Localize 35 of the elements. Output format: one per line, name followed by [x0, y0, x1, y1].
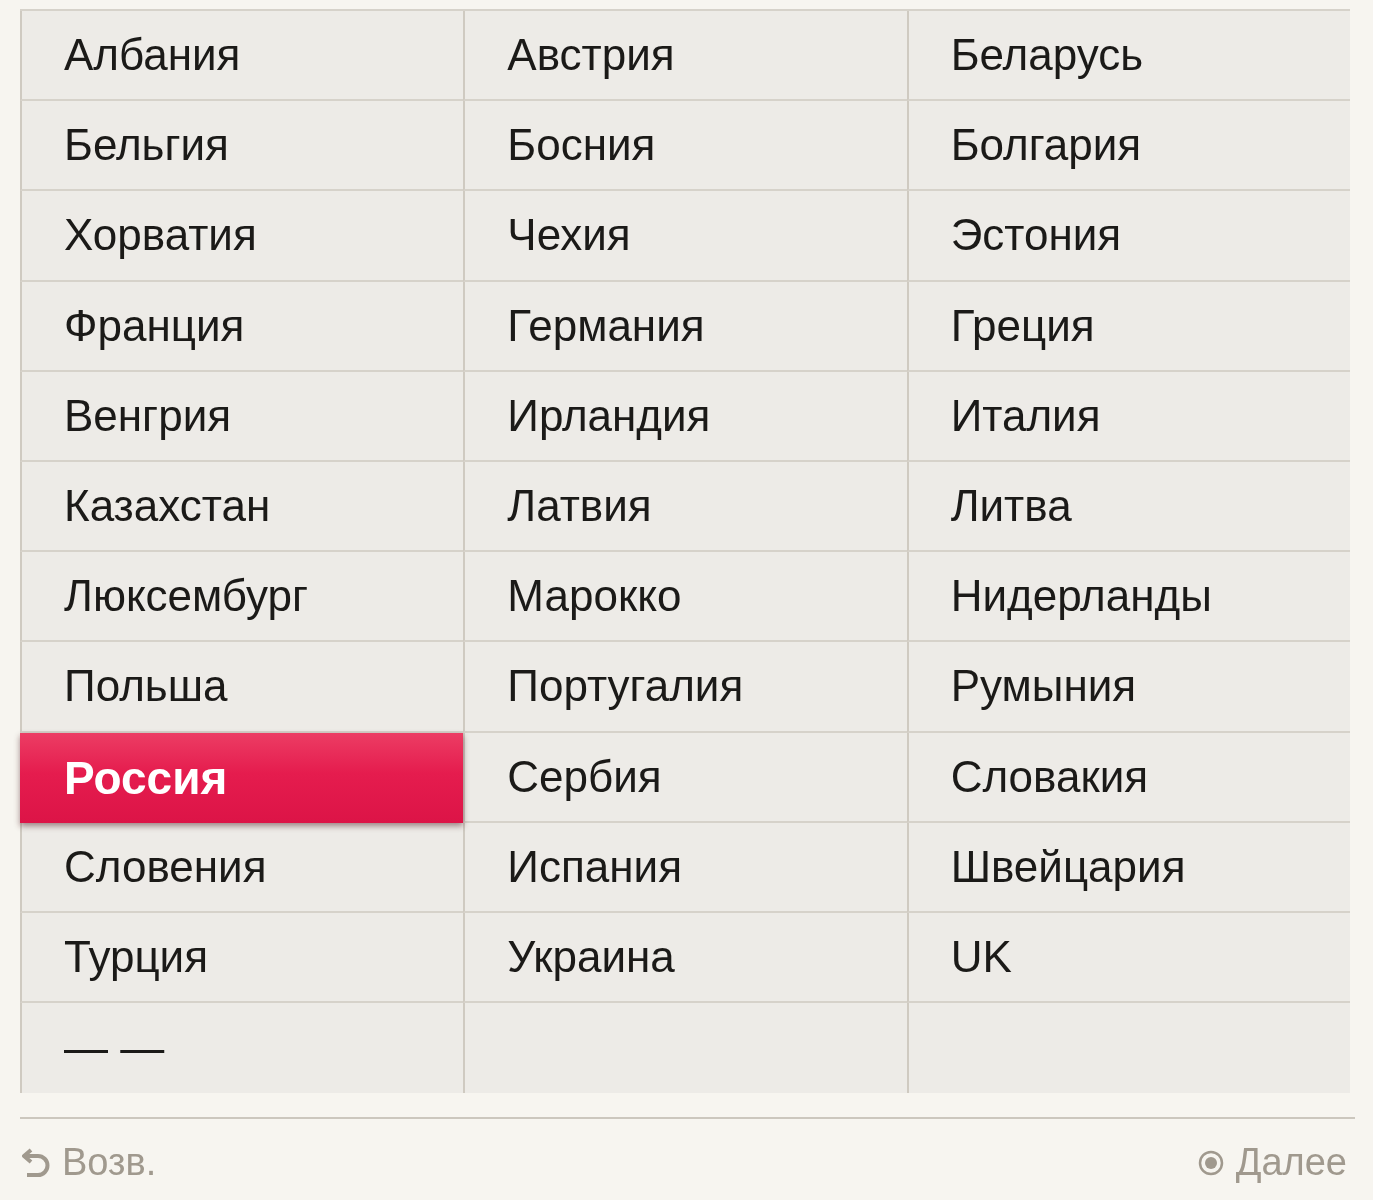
- country-option[interactable]: Ирландия: [463, 371, 907, 462]
- ring-dot-icon: [1197, 1149, 1224, 1176]
- country-option[interactable]: Латвия: [463, 461, 907, 553]
- country-option[interactable]: Эстония: [906, 191, 1350, 282]
- country-option[interactable]: Португалия: [463, 642, 907, 733]
- country-option[interactable]: Болгария: [906, 101, 1350, 192]
- country-option[interactable]: Литва: [906, 461, 1350, 553]
- country-option[interactable]: Украина: [463, 912, 907, 1004]
- country-option[interactable]: UK: [906, 912, 1350, 1004]
- country-option[interactable]: Австрия: [463, 11, 907, 102]
- country-option[interactable]: Казахстан: [20, 461, 464, 553]
- country-option[interactable]: Швейцария: [906, 822, 1350, 913]
- country-option[interactable]: Румыния: [906, 642, 1350, 733]
- country-option[interactable]: Греция: [906, 281, 1350, 372]
- country-option[interactable]: — —: [20, 1003, 464, 1094]
- country-option[interactable]: Венгрия: [20, 371, 464, 462]
- country-option[interactable]: Албания: [20, 11, 464, 102]
- country-option[interactable]: Марокко: [463, 552, 907, 643]
- country-option[interactable]: Босния: [463, 101, 907, 192]
- country-option[interactable]: Испания: [463, 822, 907, 913]
- country-option[interactable]: Словакия: [906, 732, 1350, 823]
- country-option[interactable]: Франция: [20, 281, 464, 372]
- country-option[interactable]: Нидерланды: [906, 552, 1350, 643]
- country-option[interactable]: Словения: [20, 822, 464, 913]
- country-option[interactable]: Турция: [20, 912, 464, 1004]
- country-option[interactable]: Чехия: [463, 191, 907, 282]
- country-option[interactable]: Россия: [20, 732, 464, 823]
- country-option[interactable]: Италия: [906, 371, 1350, 462]
- country-option[interactable]: Сербия: [463, 732, 907, 823]
- country-option[interactable]: Люксембург: [20, 552, 464, 643]
- country-option[interactable]: Беларусь: [906, 11, 1350, 102]
- country-option[interactable]: Бельгия: [20, 101, 464, 192]
- country-option[interactable]: Германия: [463, 281, 907, 372]
- undo-arrow-icon: [22, 1146, 50, 1179]
- country-option[interactable]: Хорватия: [20, 191, 464, 282]
